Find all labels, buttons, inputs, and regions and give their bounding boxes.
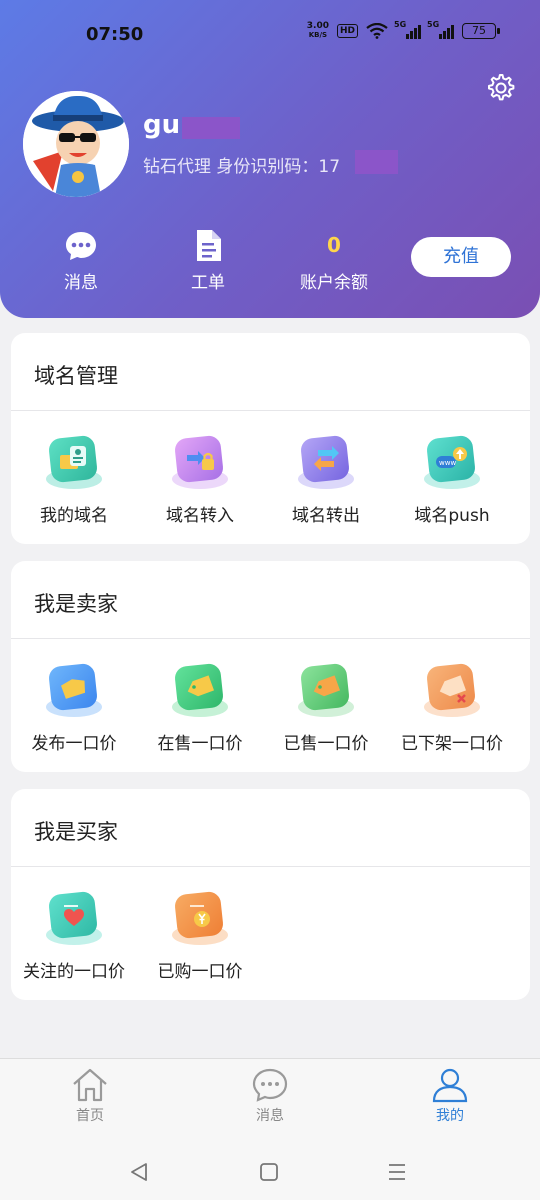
item-label: 在售一口价 [157,734,243,754]
domain-transfer-out-item[interactable]: 域名转出 [263,433,389,526]
svg-text:www: www [439,459,456,467]
item-label: 发布一口价 [31,734,117,754]
chat-bubble-icon [66,232,96,260]
recent-apps-icon[interactable] [386,1157,408,1187]
signal-label: 5G [427,20,440,29]
domain-transfer-in-item[interactable]: 域名转入 [137,433,263,526]
www-push-icon: www [436,447,467,468]
tab-label: 我的 [436,1108,464,1124]
delisted-fixed-price-item[interactable]: 已下架一口价 [389,661,515,754]
quick-action-label: 工单 [191,273,225,293]
sale-tag-icon [187,675,215,697]
quick-action-messages[interactable]: 消息 [26,228,136,293]
identity-code: 钻石代理 身份识别码：17 [143,157,341,177]
network-speed-unit: KB/S [308,31,328,39]
item-label: 域名转出 [292,506,360,526]
redacted-identity-code [355,150,398,174]
wifi-icon [366,23,388,39]
network-speed: 3.00 KB/S [307,22,329,40]
username: gu [143,110,181,140]
tab-home[interactable]: 首页 [40,1067,140,1125]
seller-card: 我是卖家 发布一口价 在售一口价 已售一口价 已下架一口价 [11,561,530,772]
item-label: 域名push [414,506,490,526]
yen-coin-icon [190,905,210,927]
off-tag-icon [439,675,467,703]
publish-tag-icon [61,679,86,699]
signal-icon: 5G [427,20,454,39]
quick-action-tickets[interactable]: 工单 [153,228,263,293]
my-domains-item[interactable]: 我的域名 [11,433,137,526]
section-title: 我是卖家 [11,561,530,639]
home-nav-icon[interactable] [258,1157,280,1187]
battery-indicator: 75 [462,23,500,39]
gear-icon[interactable] [484,72,516,104]
balance-label: 账户余额 [300,273,368,293]
redacted-username [182,117,240,139]
chat-icon [252,1068,288,1102]
item-label: 已售一口价 [283,734,369,754]
domain-management-card: 域名管理 我的域名 域名转入 域名转出 www 域名push [11,333,530,544]
avatar[interactable] [23,91,129,197]
hd-badge: HD [336,24,358,38]
network-speed-value: 3.00 [306,21,329,31]
domain-push-item[interactable]: www 域名push [389,433,515,526]
item-label: 关注的一口价 [23,962,125,982]
home-icon [73,1068,107,1102]
quick-action-label: 消息 [64,273,98,293]
item-label: 已购一口价 [157,962,243,982]
signal-icon: 5G [394,20,421,39]
heart-card-icon [64,905,84,926]
person-icon [432,1068,468,1103]
document-icon [197,230,221,261]
tab-mine[interactable]: 我的 [400,1067,500,1125]
on-sale-fixed-price-item[interactable]: 在售一口价 [137,661,263,754]
item-label: 我的域名 [40,506,108,526]
sold-tag-icon [313,675,341,697]
item-label: 已下架一口价 [401,734,503,754]
transfer-in-lock-icon [187,451,214,470]
section-title: 我是买家 [11,789,530,867]
publish-fixed-price-item[interactable]: 发布一口价 [11,661,137,754]
tab-messages[interactable]: 消息 [220,1067,320,1125]
buyer-card: 我是买家 关注的一口价 已购一口价 [11,789,530,1000]
tab-label: 首页 [76,1108,104,1124]
status-time: 07:50 [86,24,144,45]
item-label: 域名转入 [166,506,234,526]
signal-label: 5G [394,20,407,29]
profile-header: 07:50 3.00 KB/S HD 5G 5G 75 gu 钻石代理 身份识别… [0,0,540,318]
bottom-tab-bar: 首页 消息 我的 [0,1058,540,1200]
followed-fixed-price-item[interactable]: 关注的一口价 [11,889,137,982]
back-nav-icon[interactable] [128,1157,150,1187]
purchased-fixed-price-item[interactable]: 已购一口价 [137,889,263,982]
balance-value: 0 [327,233,341,257]
folder-id-icon [60,446,86,469]
status-bar: 07:50 3.00 KB/S HD 5G 5G 75 [0,18,540,54]
section-title: 域名管理 [11,333,530,411]
status-icons: 3.00 KB/S HD 5G 5G 75 [307,20,500,40]
tab-label: 消息 [256,1108,284,1124]
sold-fixed-price-item[interactable]: 已售一口价 [263,661,389,754]
transfer-out-icon [314,446,339,471]
account-balance[interactable]: 0 账户余额 [279,228,389,293]
recharge-button[interactable]: 充值 [411,237,511,277]
